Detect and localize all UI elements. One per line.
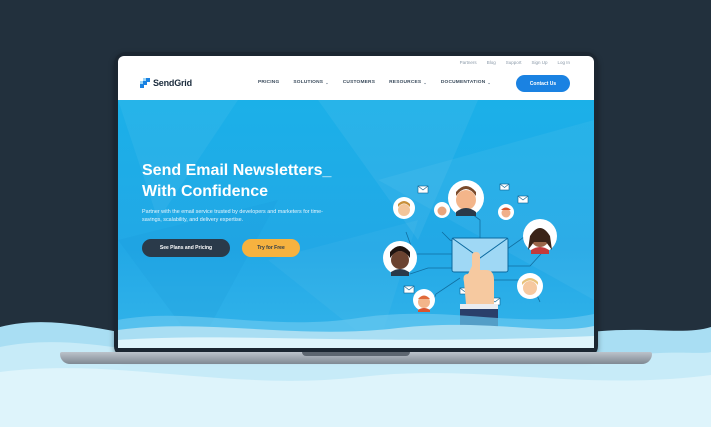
utility-nav: Partners Blog Support Sign Up Log In (460, 60, 570, 65)
nav-item-customers[interactable]: CUSTOMERS (343, 80, 375, 85)
contact-us-button[interactable]: Contact Us (516, 75, 570, 92)
see-plans-button[interactable]: See Plans and Pricing (142, 239, 230, 257)
nav-label: DOCUMENTATION (440, 80, 486, 85)
hero-title-line1: Send Email Newsletters (142, 162, 323, 179)
nav-label: RESOURCES (389, 80, 422, 85)
chevron-down-icon: ⌄ (423, 80, 427, 85)
nav-item-documentation[interactable]: DOCUMENTATION ⌄ (441, 80, 491, 85)
laptop-notch (302, 352, 410, 356)
main-nav: PRICING SOLUTIONS ⌄ CUSTOMERS RESOURCES … (258, 80, 491, 85)
brand-name: SendGrid (153, 78, 192, 88)
nav-label: SOLUTIONS (293, 80, 324, 85)
sendgrid-logo-icon (140, 78, 150, 88)
hero-waves (118, 313, 594, 348)
hero-title: Send Email Newsletters_ With Confidence (142, 160, 382, 202)
try-free-button[interactable]: Try for Free (242, 239, 300, 257)
util-link-partners[interactable]: Partners (460, 60, 477, 65)
nav-label: CUSTOMERS (342, 80, 376, 85)
nav-item-pricing[interactable]: PRICING (258, 80, 279, 85)
title-cursor: _ (322, 162, 332, 179)
hero-section: Send Email Newsletters_ With Confidence … (118, 100, 594, 348)
sendgrid-logo[interactable]: SendGrid (140, 78, 192, 88)
hero-title-line2: With Confidence (142, 183, 269, 200)
util-link-blog[interactable]: Blog (487, 60, 496, 65)
util-link-support[interactable]: Support (506, 60, 522, 65)
nav-label: PRICING (258, 80, 280, 85)
nav-item-resources[interactable]: RESOURCES ⌄ (389, 80, 427, 85)
util-link-signup[interactable]: Sign Up (531, 60, 547, 65)
browser-screen: Partners Blog Support Sign Up Log In Sen… (118, 56, 594, 348)
hero-description: Partner with the email service trusted b… (142, 209, 323, 224)
nav-item-solutions[interactable]: SOLUTIONS ⌄ (293, 80, 328, 85)
chevron-down-icon: ⌄ (325, 80, 329, 85)
chevron-down-icon: ⌄ (487, 80, 491, 85)
util-link-login[interactable]: Log In (557, 60, 570, 65)
